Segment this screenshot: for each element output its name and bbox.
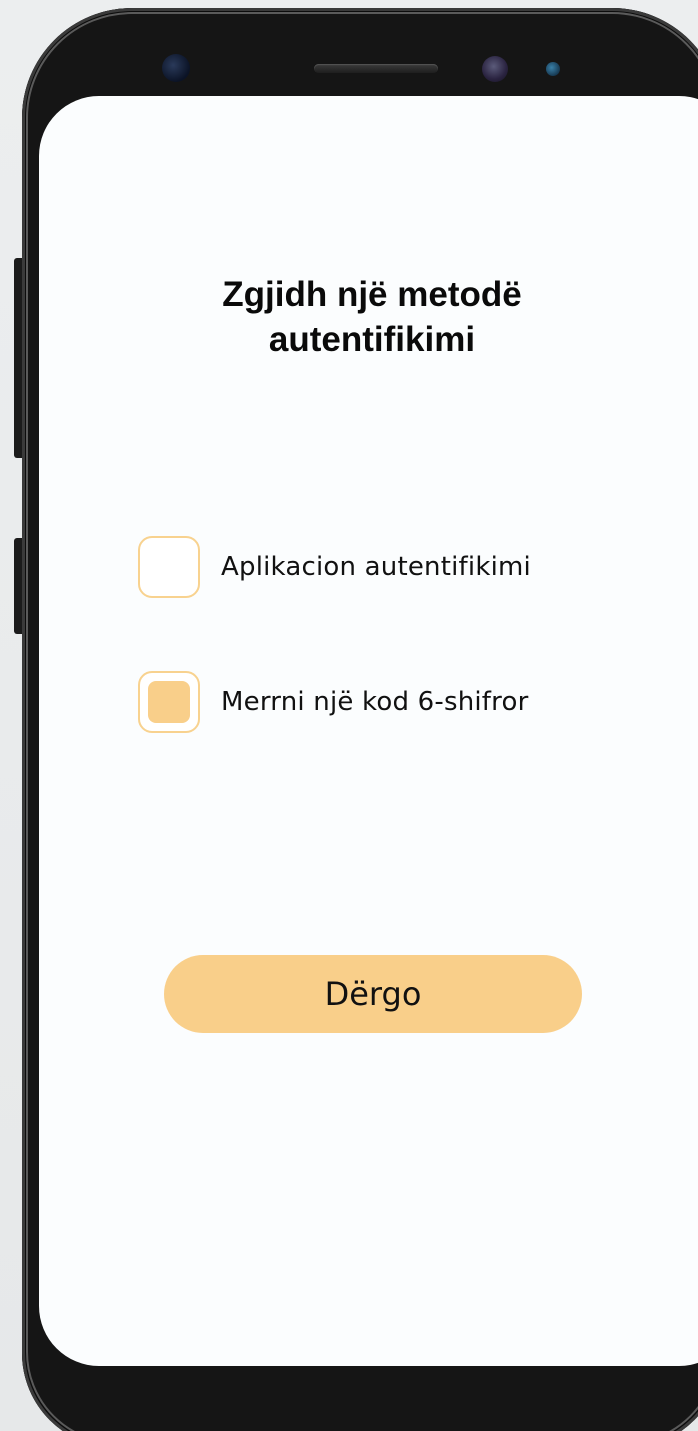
option-six-digit-code[interactable]: Merrni një kod 6-shifror	[138, 671, 528, 733]
proximity-sensor-icon	[162, 54, 190, 82]
iris-sensor-icon	[546, 62, 560, 76]
title-line-1: Zgjidh një metodë	[222, 275, 522, 314]
front-camera-icon	[482, 56, 508, 82]
device-frame-stage: Zgjidh një metodë autentifikimi Aplikaci…	[0, 0, 698, 1431]
checkbox-checked-fill	[148, 681, 190, 723]
earpiece-speaker	[314, 64, 438, 73]
submit-button[interactable]: Dërgo	[164, 955, 582, 1033]
option-label-six-digit-code: Merrni një kod 6-shifror	[221, 687, 529, 717]
option-authenticator-app[interactable]: Aplikacion autentifikimi	[138, 536, 531, 598]
checkbox-authenticator-app[interactable]	[138, 536, 200, 598]
page-title: Zgjidh një metodë autentifikimi	[152, 272, 592, 362]
checkbox-six-digit-code[interactable]	[138, 671, 200, 733]
title-line-2: autentifikimi	[268, 320, 476, 359]
option-label-authenticator-app: Aplikacion autentifikimi	[221, 552, 531, 582]
